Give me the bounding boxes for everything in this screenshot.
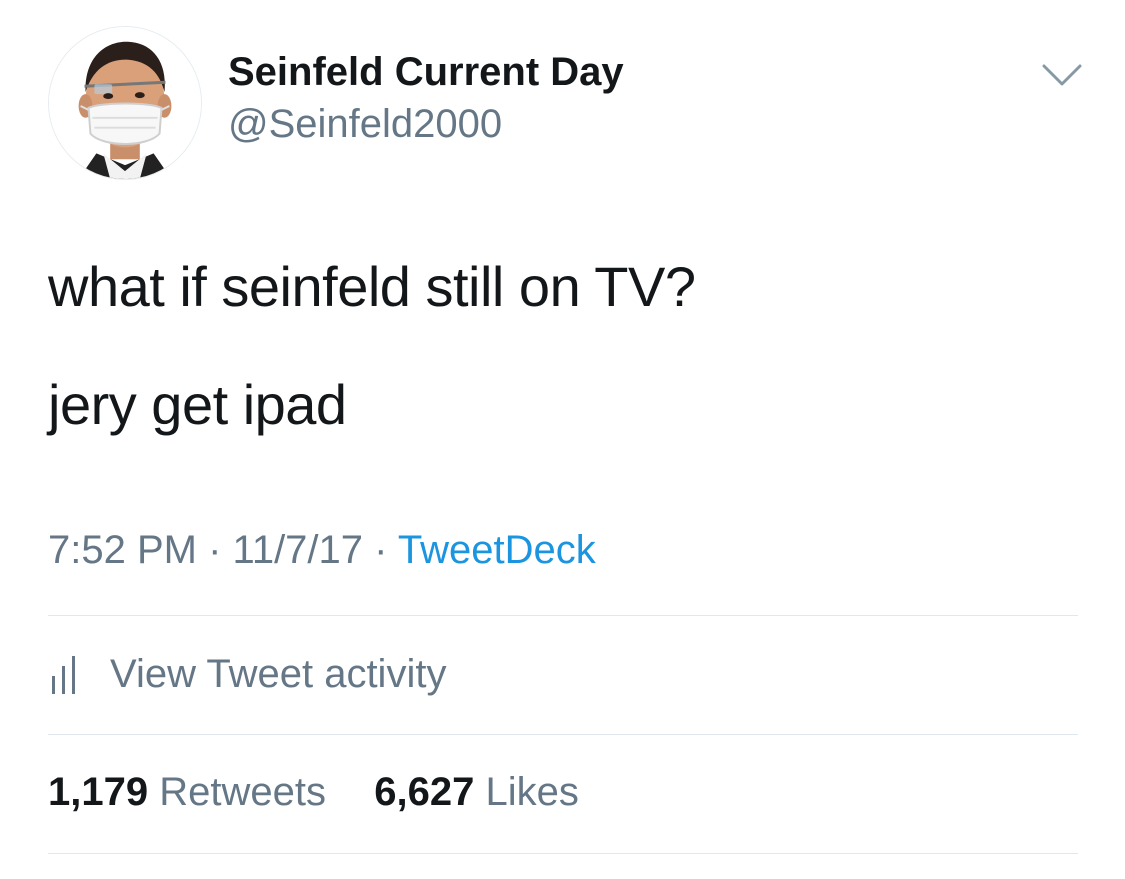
- tweet-metadata: 7:52 PM · 11/7/17 · TweetDeck: [48, 528, 596, 573]
- tweet-text-line-2: jery get ipad: [48, 373, 347, 436]
- avatar-image: [49, 27, 201, 179]
- profile-avatar[interactable]: [48, 26, 202, 180]
- author-display-name[interactable]: Seinfeld Current Day: [228, 50, 624, 95]
- meta-separator: ·: [374, 528, 388, 572]
- chevron-down-icon[interactable]: [1040, 60, 1084, 90]
- divider: [48, 853, 1078, 854]
- author-handle[interactable]: @Seinfeld2000: [228, 102, 502, 147]
- tweet-stats: 1,179 Retweets 6,627 Likes: [48, 770, 579, 815]
- meta-separator: ·: [208, 528, 222, 572]
- retweets-stat[interactable]: 1,179 Retweets: [48, 770, 337, 814]
- tweet-time[interactable]: 7:52 PM: [48, 528, 197, 572]
- analytics-bars-icon: [48, 652, 88, 696]
- view-tweet-activity-button[interactable]: View Tweet activity: [48, 648, 446, 700]
- likes-stat[interactable]: 6,627 Likes: [374, 770, 579, 814]
- tweet-source-link[interactable]: TweetDeck: [398, 528, 596, 572]
- divider: [48, 734, 1078, 735]
- tweet-date[interactable]: 11/7/17: [233, 528, 364, 572]
- likes-label: Likes: [485, 770, 579, 814]
- tweet-text-line-1: what if seinfeld still on TV?: [48, 255, 696, 318]
- view-tweet-activity-label: View Tweet activity: [110, 651, 447, 696]
- retweets-count: 1,179: [48, 770, 149, 814]
- likes-count: 6,627: [374, 770, 475, 814]
- divider: [48, 615, 1078, 616]
- retweets-label: Retweets: [159, 770, 326, 814]
